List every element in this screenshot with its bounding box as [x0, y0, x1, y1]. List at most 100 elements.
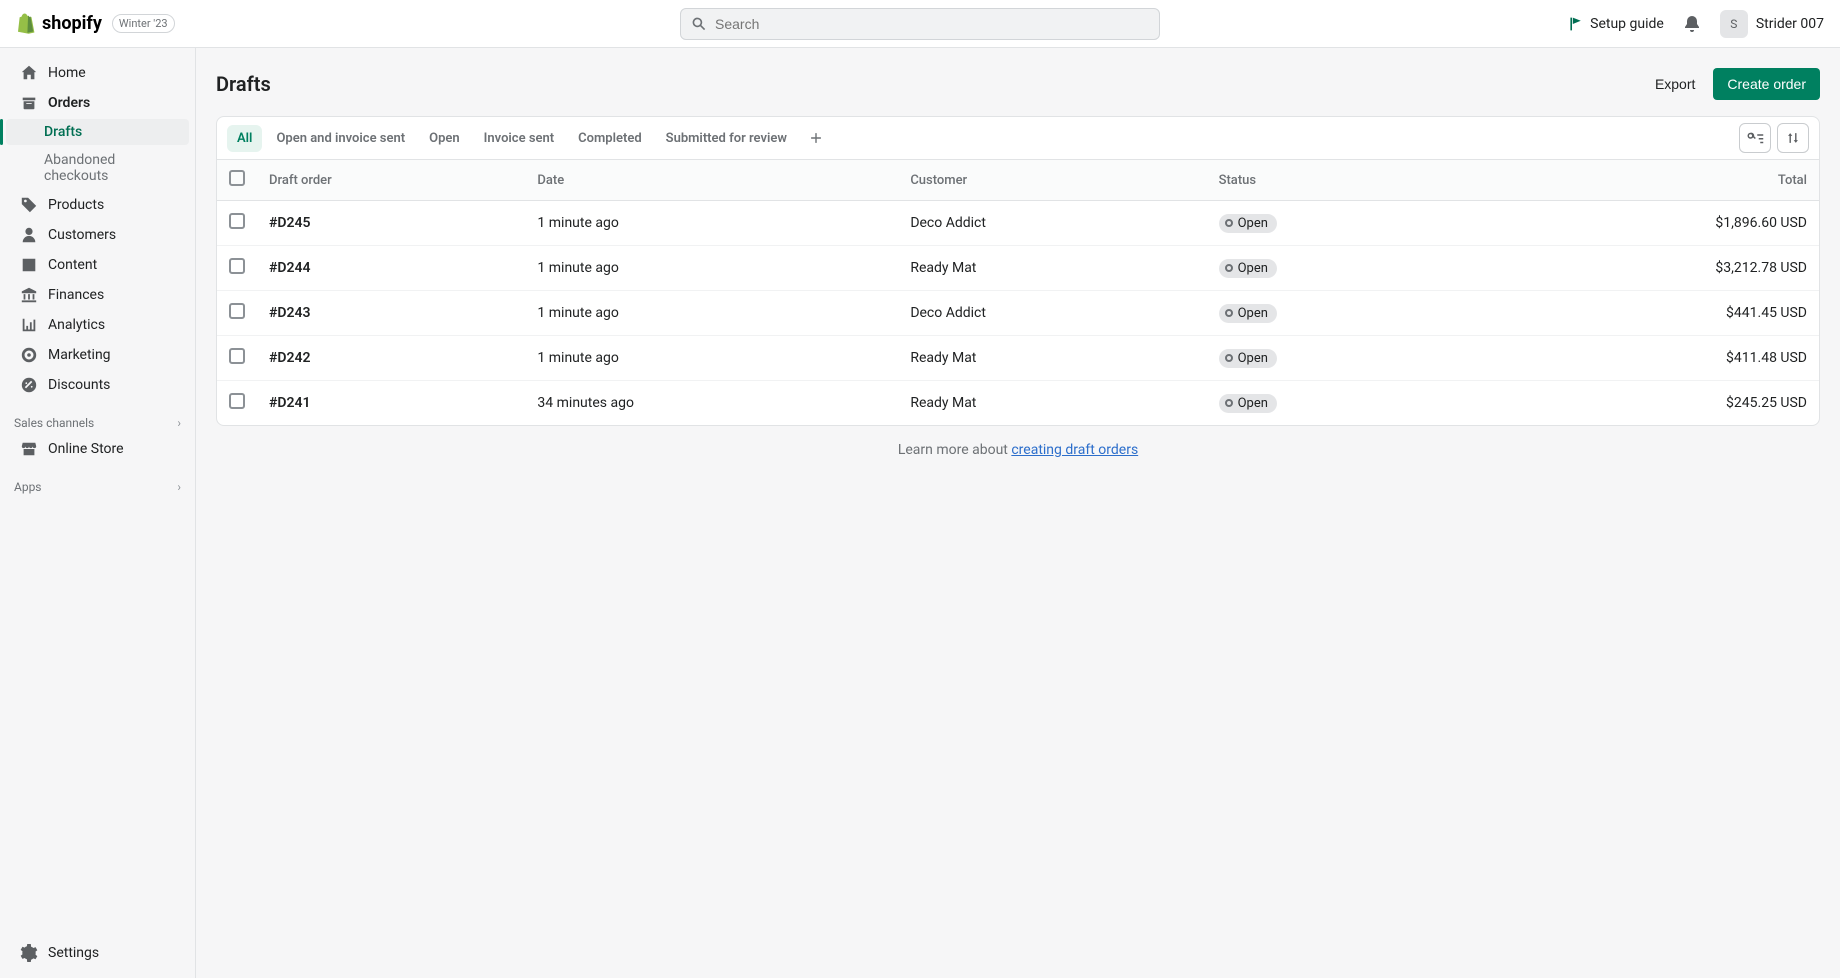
topbar-right: Setup guide S Strider 007 — [1568, 10, 1824, 38]
image-icon — [20, 256, 38, 274]
table-row[interactable]: #D242 1 minute ago Ready Mat Open $411.4… — [217, 336, 1819, 381]
draft-id: #D243 — [269, 305, 310, 321]
sidebar-item-customers[interactable]: Customers — [6, 221, 189, 249]
col-date: Date — [525, 160, 898, 201]
export-button[interactable]: Export — [1651, 70, 1699, 98]
tab-all[interactable]: All — [227, 125, 262, 152]
draft-id: #D242 — [269, 350, 310, 366]
sidebar-item-online-store[interactable]: Online Store — [6, 435, 189, 463]
sidebar-item-analytics[interactable]: Analytics — [6, 311, 189, 339]
store-icon — [20, 440, 38, 458]
user-name: Strider 007 — [1756, 16, 1824, 32]
table-row[interactable]: #D241 34 minutes ago Ready Mat Open $245… — [217, 381, 1819, 426]
sidebar-section-apps[interactable]: Apps › — [0, 472, 195, 498]
sidebar-item-label: Abandoned checkouts — [44, 152, 175, 184]
sidebar-item-label: Finances — [48, 287, 104, 303]
drafts-table: Draft order Date Customer Status Total #… — [217, 160, 1819, 425]
sidebar-item-drafts[interactable]: Drafts — [6, 119, 189, 145]
discount-icon — [20, 376, 38, 394]
draft-customer: Ready Mat — [898, 246, 1206, 291]
tab-open[interactable]: Open — [419, 125, 470, 152]
learn-link[interactable]: creating draft orders — [1011, 442, 1138, 458]
tab-submitted[interactable]: Submitted for review — [656, 125, 797, 152]
search-box[interactable] — [680, 8, 1160, 40]
home-icon — [20, 64, 38, 82]
sidebar-item-finances[interactable]: Finances — [6, 281, 189, 309]
create-order-button[interactable]: Create order — [1713, 68, 1820, 100]
sidebar-item-label: Analytics — [48, 317, 105, 333]
sidebar-item-orders[interactable]: Orders — [6, 89, 189, 117]
sidebar-item-label: Home — [48, 65, 86, 81]
sidebar-item-label: Orders — [48, 95, 90, 111]
col-customer: Customer — [898, 160, 1206, 201]
user-menu[interactable]: S Strider 007 — [1720, 10, 1824, 38]
col-draft-order: Draft order — [257, 160, 525, 201]
learn-prefix: Learn more about — [898, 442, 1012, 458]
sidebar-item-discounts[interactable]: Discounts — [6, 371, 189, 399]
tab-completed[interactable]: Completed — [568, 125, 652, 152]
section-label: Sales channels — [14, 416, 94, 430]
sidebar-item-home[interactable]: Home — [6, 59, 189, 87]
sidebar-item-label: Drafts — [44, 124, 82, 140]
draft-total: $441.45 USD — [1461, 291, 1819, 336]
draft-total: $1,896.60 USD — [1461, 201, 1819, 246]
target-icon — [20, 346, 38, 364]
tag-icon — [20, 196, 38, 214]
row-checkbox[interactable] — [229, 213, 245, 229]
draft-id: #D245 — [269, 215, 310, 231]
sidebar-section-channels[interactable]: Sales channels › — [0, 408, 195, 434]
row-checkbox[interactable] — [229, 348, 245, 364]
table-row[interactable]: #D245 1 minute ago Deco Addict Open $1,8… — [217, 201, 1819, 246]
draft-customer: Deco Addict — [898, 291, 1206, 336]
draft-customer: Ready Mat — [898, 381, 1206, 426]
setup-guide-label: Setup guide — [1590, 16, 1664, 32]
sidebar-item-content[interactable]: Content — [6, 251, 189, 279]
analytics-icon — [20, 316, 38, 334]
draft-customer: Ready Mat — [898, 336, 1206, 381]
draft-total: $3,212.78 USD — [1461, 246, 1819, 291]
sidebar-item-label: Marketing — [48, 347, 111, 363]
bank-icon — [20, 286, 38, 304]
sidebar-item-settings[interactable]: Settings — [6, 939, 189, 967]
orders-icon — [20, 94, 38, 112]
learn-more: Learn more about creating draft orders — [216, 426, 1820, 474]
status-dot-icon — [1225, 399, 1233, 407]
bell-icon[interactable] — [1682, 14, 1702, 34]
add-view-button[interactable] — [801, 127, 831, 149]
sidebar-item-label: Online Store — [48, 441, 124, 457]
sidebar-item-marketing[interactable]: Marketing — [6, 341, 189, 369]
status-dot-icon — [1225, 309, 1233, 317]
tab-invoice-sent[interactable]: Invoice sent — [474, 125, 564, 152]
row-checkbox[interactable] — [229, 258, 245, 274]
draft-date: 1 minute ago — [525, 201, 898, 246]
brand-text: shopify — [42, 13, 102, 34]
search-input[interactable] — [715, 16, 1149, 32]
chevron-right-icon: › — [177, 416, 181, 430]
table-row[interactable]: #D244 1 minute ago Ready Mat Open $3,212… — [217, 246, 1819, 291]
tab-open-invoice-sent[interactable]: Open and invoice sent — [266, 125, 415, 152]
page-header: Drafts Export Create order — [216, 68, 1820, 100]
sort-icon — [1786, 131, 1800, 145]
search-wrap — [680, 8, 1160, 40]
draft-id: #D244 — [269, 260, 310, 276]
row-checkbox[interactable] — [229, 393, 245, 409]
sidebar-item-products[interactable]: Products — [6, 191, 189, 219]
tabs-row: All Open and invoice sent Open Invoice s… — [217, 117, 1819, 160]
search-filter-button[interactable] — [1739, 123, 1771, 153]
row-checkbox[interactable] — [229, 303, 245, 319]
draft-total: $245.25 USD — [1461, 381, 1819, 426]
select-all-checkbox[interactable] — [229, 170, 245, 186]
table-row[interactable]: #D243 1 minute ago Deco Addict Open $441… — [217, 291, 1819, 336]
setup-guide-link[interactable]: Setup guide — [1568, 16, 1664, 32]
sidebar-item-abandoned[interactable]: Abandoned checkouts — [6, 147, 189, 189]
draft-date: 1 minute ago — [525, 291, 898, 336]
logo[interactable]: shopify Winter '23 — [16, 13, 175, 35]
sidebar-item-label: Products — [48, 197, 104, 213]
col-status: Status — [1207, 160, 1462, 201]
sort-button[interactable] — [1777, 123, 1809, 153]
col-total: Total — [1461, 160, 1819, 201]
status-dot-icon — [1225, 264, 1233, 272]
status-badge: Open — [1219, 349, 1277, 368]
flag-icon — [1568, 16, 1584, 32]
search-filter-icon — [1746, 131, 1764, 145]
